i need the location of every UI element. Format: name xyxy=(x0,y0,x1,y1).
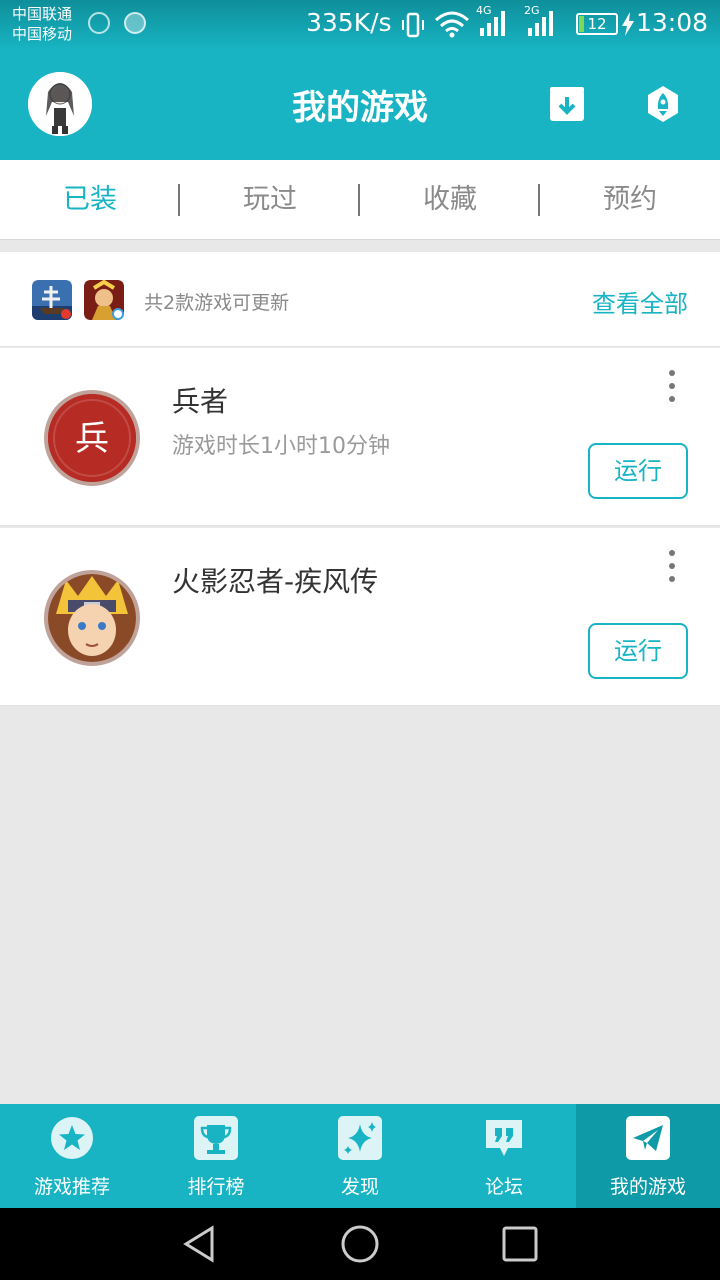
carrier-labels: 中国联通 中国移动 xyxy=(12,4,72,44)
quote-bubble-icon xyxy=(486,1120,522,1156)
nav-label: 游戏推荐 xyxy=(33,1176,110,1198)
carrier-2: 中国移动 xyxy=(12,25,73,43)
nav-my-games[interactable]: 我的游戏 xyxy=(576,1104,720,1208)
bottom-navigation: 游戏推荐 排行榜 发现 论坛 我的游戏 xyxy=(0,1104,720,1208)
game-row[interactable]: 火影忍者-疾风传 运行 xyxy=(0,528,720,706)
ship-game-icon xyxy=(32,280,72,320)
signal-icon-1 xyxy=(480,10,510,36)
battery-level: 12 xyxy=(587,15,607,33)
vibrate-icon xyxy=(402,12,424,38)
nav-discover[interactable]: 发现 xyxy=(288,1104,432,1208)
more-options-icon[interactable] xyxy=(662,370,682,406)
battery-indicator: 12 xyxy=(576,13,618,35)
sparkle-icon xyxy=(338,1116,382,1160)
hero-game-icon xyxy=(84,280,124,320)
view-all-link[interactable]: 查看全部 xyxy=(592,284,688,319)
wifi-icon xyxy=(435,11,469,38)
game-name: 兵者 xyxy=(172,385,229,418)
bingzhe-icon-glyph: 兵 xyxy=(75,419,109,459)
game-row[interactable]: 兵 兵者 游戏时长1小时10分钟 运行 xyxy=(0,348,720,526)
bingzhe-seal-icon: 兵 xyxy=(48,394,136,482)
tab-favorites[interactable]: 收藏 xyxy=(360,160,540,240)
nav-label: 排行榜 xyxy=(187,1176,245,1198)
app-header: 我的游戏 xyxy=(0,50,720,160)
nav-label: 发现 xyxy=(340,1176,379,1198)
tab-played[interactable]: 玩过 xyxy=(180,160,360,240)
status-bar: 中国联通 中国移动 335K/s 4G 2G 12 13:08 xyxy=(0,0,720,50)
tab-installed[interactable]: 已装 xyxy=(0,160,180,240)
nav-rankings[interactable]: 排行榜 xyxy=(144,1104,288,1208)
star-icon xyxy=(51,1117,93,1159)
battery-fill xyxy=(579,16,584,32)
update-count-text: 共2款游戏可更新 xyxy=(144,292,290,314)
timer-icon xyxy=(88,12,110,34)
naruto-face-icon xyxy=(48,574,136,662)
run-button[interactable]: 运行 xyxy=(588,443,688,499)
nav-forum[interactable]: 论坛 xyxy=(432,1104,576,1208)
screen: 中国联通 中国移动 335K/s 4G 2G 12 13:08 我的游戏 已装 … xyxy=(0,0,720,1280)
rocket-icon[interactable] xyxy=(644,85,682,123)
nav-label: 我的游戏 xyxy=(609,1176,686,1198)
nav-game-recommend[interactable]: 游戏推荐 xyxy=(0,1104,144,1208)
shield-icon xyxy=(124,12,146,34)
bingzhe-game-icon[interactable]: 兵 xyxy=(44,390,140,486)
trophy-icon xyxy=(194,1116,238,1160)
signal-icon-2 xyxy=(528,10,558,36)
home-icon[interactable] xyxy=(340,1224,380,1264)
network-speed: 335K/s xyxy=(306,8,392,37)
recent-apps-icon[interactable] xyxy=(500,1224,540,1264)
run-button[interactable]: 运行 xyxy=(588,623,688,679)
update-banner[interactable]: 共2款游戏可更新 查看全部 xyxy=(0,252,720,347)
naruto-game-icon[interactable] xyxy=(44,570,140,666)
nav-label: 论坛 xyxy=(484,1176,523,1198)
tab-reservations[interactable]: 预约 xyxy=(540,160,720,240)
back-icon[interactable] xyxy=(180,1224,220,1264)
page-title: 我的游戏 xyxy=(292,88,428,128)
tab-bar: 已装 玩过 收藏 预约 xyxy=(0,160,720,240)
charging-icon xyxy=(622,12,634,36)
game-name: 火影忍者-疾风传 xyxy=(172,565,379,598)
clock: 13:08 xyxy=(635,8,708,37)
paper-plane-icon xyxy=(626,1116,670,1160)
system-navigation-bar xyxy=(0,1208,720,1280)
game-playtime: 游戏时长1小时10分钟 xyxy=(172,434,390,459)
carrier-1: 中国联通 xyxy=(12,5,73,23)
more-options-icon[interactable] xyxy=(662,550,682,586)
download-box-icon[interactable] xyxy=(548,85,586,123)
